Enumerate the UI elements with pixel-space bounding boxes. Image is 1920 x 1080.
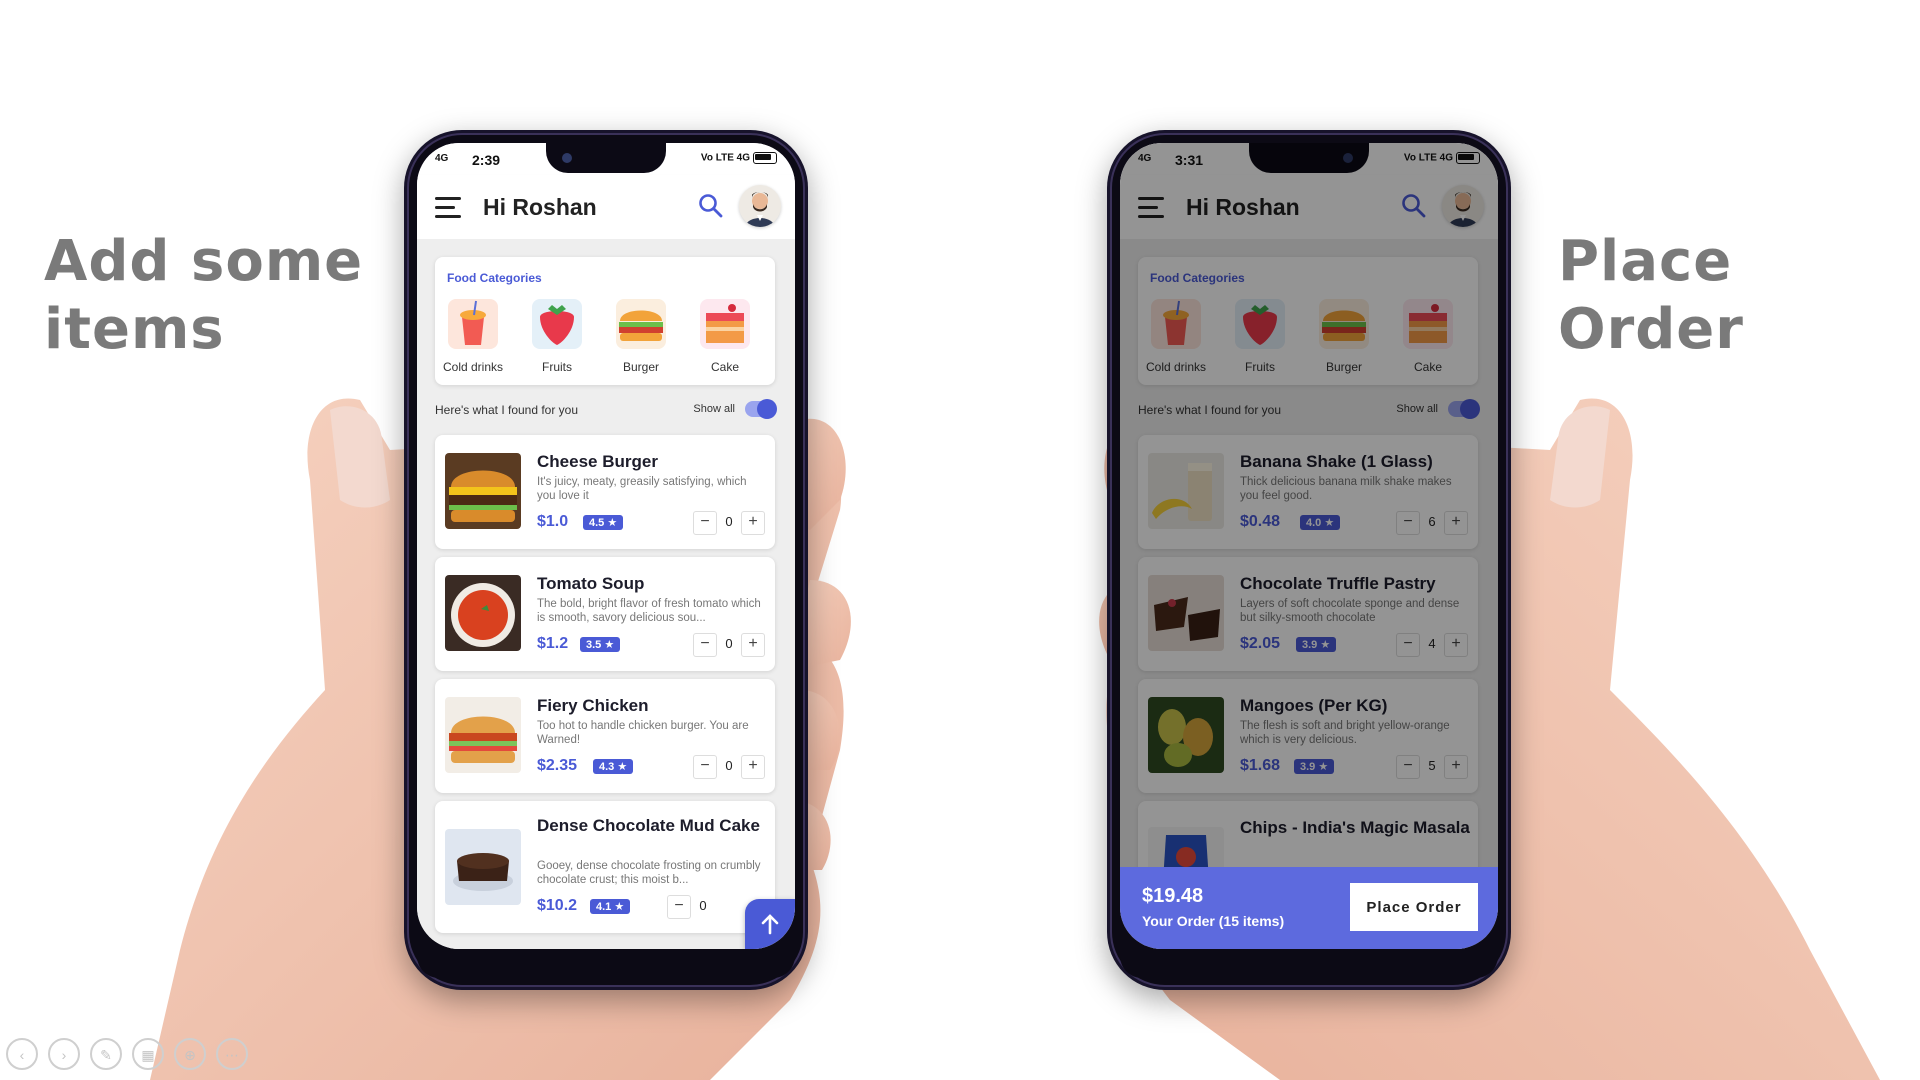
category-label: Fruits: [542, 360, 572, 374]
more-icon[interactable]: ⋯: [216, 1038, 248, 1070]
prev-icon[interactable]: ‹: [6, 1038, 38, 1070]
left-phone: 4G 2:39 Vo LTE 4G Hi Roshan Food Categor…: [404, 130, 808, 990]
order-total: $19.48: [1142, 885, 1204, 907]
category-label: Cold drinks: [442, 360, 504, 374]
item-price: $1.2: [537, 635, 569, 652]
item-price: $10.2: [537, 897, 578, 914]
network-indicator: Vo LTE 4G: [700, 152, 750, 164]
tomato-soup-image: [445, 575, 521, 651]
item-description: It's juicy, meaty, greasily satisfying, …: [537, 476, 747, 502]
quantity-value: 0: [699, 898, 707, 913]
play-icon[interactable]: ›: [48, 1038, 80, 1070]
slide-title-left: Add some items: [44, 229, 364, 362]
decrease-button[interactable]: −: [667, 895, 691, 919]
item-description: Too hot to handle chicken burger. You ar…: [537, 720, 749, 746]
category-label: Burger: [622, 360, 660, 374]
chocolate-cake-image: [445, 829, 521, 905]
signal-indicator: 4G: [435, 153, 449, 164]
strawberry-icon: [532, 299, 582, 349]
quantity-stepper: − 0 +: [693, 755, 765, 779]
rating-badge: 3.5 ★: [580, 637, 621, 652]
quantity-stepper: − 0 +: [693, 511, 765, 535]
pen-icon[interactable]: ✎: [90, 1038, 122, 1070]
content-area: Food Categories Cold drinks Fruits Burge…: [417, 239, 795, 949]
left-phone-screen: 4G 2:39 Vo LTE 4G Hi Roshan Food Categor…: [417, 143, 795, 949]
show-all-label: Show all: [693, 403, 735, 415]
item-name: Fiery Chicken: [537, 696, 649, 715]
category-cold-drinks[interactable]: Cold drinks: [435, 295, 511, 374]
category-burger[interactable]: Burger: [603, 295, 679, 374]
order-bar: $19.48 Your Order (15 items) Place Order: [1120, 867, 1498, 949]
food-item[interactable]: Fiery Chicken Too hot to handle chicken …: [435, 679, 775, 793]
search-icon[interactable]: [698, 193, 724, 219]
item-name: Cheese Burger: [537, 452, 658, 471]
battery-icon: [753, 152, 777, 164]
item-description: Gooey, dense chocolate frosting on crumb…: [537, 860, 761, 886]
order-count: Your Order (15 items): [1142, 913, 1285, 929]
decrease-button[interactable]: −: [693, 511, 717, 535]
status-right: Vo LTE 4G: [701, 152, 777, 164]
burger-icon: [616, 299, 666, 349]
avatar[interactable]: [739, 185, 781, 227]
slides-icon[interactable]: ▦: [132, 1038, 164, 1070]
found-text: Here's what I found for you: [435, 403, 579, 417]
quantity-value: 0: [725, 514, 733, 529]
status-time: 2:39: [472, 152, 501, 168]
category-cake[interactable]: Cake: [687, 295, 763, 374]
scroll-top-button[interactable]: [745, 899, 795, 949]
rating-badge: 4.5 ★: [583, 515, 624, 530]
category-fruits[interactable]: Fruits: [519, 295, 595, 374]
cold-drink-icon: [448, 299, 498, 349]
food-item[interactable]: Tomato Soup The bold, bright flavor of f…: [435, 557, 775, 671]
right-phone: 4G 3:31 Vo LTE 4G Hi Roshan Food Categor…: [1107, 130, 1511, 990]
fiery-chicken-image: [445, 697, 521, 773]
dim-overlay: [1120, 143, 1498, 949]
quantity-value: 0: [725, 758, 733, 773]
cake-icon: [700, 299, 750, 349]
item-name: Tomato Soup: [537, 574, 645, 593]
quantity-stepper: − 0 +: [693, 633, 765, 657]
arrow-up-icon: [761, 914, 779, 935]
item-price: $1.0: [537, 513, 569, 530]
increase-button[interactable]: +: [741, 633, 765, 657]
right-phone-screen: 4G 3:31 Vo LTE 4G Hi Roshan Food Categor…: [1120, 143, 1498, 949]
slide-title-right: Place Order: [1558, 229, 1744, 362]
category-label: Cake: [710, 360, 739, 374]
decrease-button[interactable]: −: [693, 633, 717, 657]
menu-icon[interactable]: [435, 197, 461, 218]
place-order-button[interactable]: Place Order: [1350, 883, 1478, 931]
food-item[interactable]: Cheese Burger It's juicy, meaty, greasil…: [435, 435, 775, 549]
rating-badge: 4.3 ★: [593, 759, 634, 774]
zoom-icon[interactable]: ⊕: [174, 1038, 206, 1070]
greeting-title: Hi Roshan: [483, 194, 597, 220]
item-name: Dense Chocolate Mud Cake: [537, 816, 760, 835]
categories-title: Food Categories: [447, 271, 542, 285]
food-categories-card: Food Categories Cold drinks Fruits Burge…: [435, 257, 775, 385]
show-all-toggle[interactable]: [745, 399, 777, 419]
food-item[interactable]: Dense Chocolate Mud Cake Gooey, dense ch…: [435, 801, 775, 933]
found-row: Here's what I found for you Show all: [435, 399, 777, 421]
app-bar: Hi Roshan: [417, 175, 795, 239]
quantity-stepper: − 0: [667, 895, 739, 919]
rating-badge: 4.1 ★: [590, 899, 631, 914]
increase-button[interactable]: +: [741, 511, 765, 535]
increase-button[interactable]: +: [741, 755, 765, 779]
cheese-burger-image: [445, 453, 521, 529]
decrease-button[interactable]: −: [693, 755, 717, 779]
item-description: The bold, bright flavor of fresh tomato …: [537, 598, 761, 624]
presentation-toolbar: ‹ › ✎ ▦ ⊕ ⋯: [6, 1038, 258, 1074]
item-price: $2.35: [537, 757, 578, 774]
quantity-value: 0: [725, 636, 733, 651]
